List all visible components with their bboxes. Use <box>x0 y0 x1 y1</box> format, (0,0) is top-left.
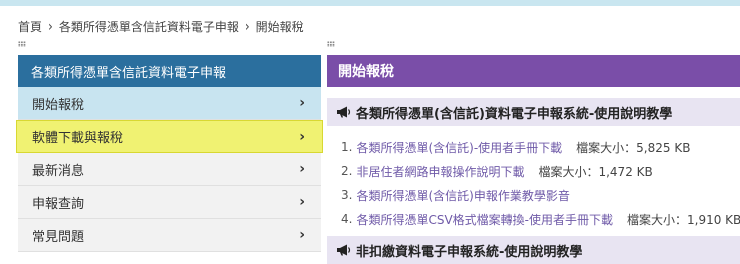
sidebar: 各類所得憑單含信託資料電子申報 開始報稅 › 軟體下載與報稅 › 最新消息 › … <box>16 55 323 252</box>
sidebar-item-label: 軟體下載與報稅 <box>32 131 124 146</box>
tutorial-video-link[interactable]: 各類所得憑單(含信託)申報作業教學影音 <box>356 187 569 204</box>
file-size: 檔案大小：1,472 KB <box>538 164 653 179</box>
csv-manual-download-link[interactable]: 各類所得憑單CSV格式檔案轉換-使用者手冊下載 <box>356 211 613 228</box>
list-number: 4. <box>341 212 353 226</box>
sidebar-item-software-download[interactable]: 軟體下載與報稅 › <box>16 120 323 153</box>
top-accent-bar <box>0 0 740 6</box>
list-item: 4. 各類所得憑單CSV格式檔案轉換-使用者手冊下載 檔案大小：1,910 KB <box>327 207 740 231</box>
sidebar-header: 各類所得憑單含信託資料電子申報 <box>18 55 321 87</box>
sidebar-item-filing-query[interactable]: 申報查詢 › <box>18 186 321 219</box>
list-number: 2. <box>341 164 353 178</box>
download-list: 1. 各類所得憑單(含信託)-使用者手冊下載 檔案大小：5,825 KB 2. … <box>327 135 740 231</box>
sidebar-item-start-filing[interactable]: 開始報稅 › <box>18 87 321 120</box>
chevron-right-icon: › <box>299 227 305 243</box>
breadcrumb-item-category[interactable]: 各類所得憑單含信託資料電子申報 <box>59 18 239 35</box>
drag-handle-icon[interactable] <box>18 41 26 47</box>
list-number: 3. <box>341 188 353 202</box>
section-heading-text: 非扣繳資料電子申報系統-使用說明教學 <box>356 244 583 260</box>
chevron-right-icon: › <box>299 95 305 111</box>
list-item: 1. 各類所得憑單(含信託)-使用者手冊下載 檔案大小：5,825 KB <box>327 135 740 159</box>
list-item: 2. 非居住者網路申報操作說明下載 檔案大小：1,472 KB <box>327 159 740 183</box>
sidebar-item-label: 常見問題 <box>32 229 85 245</box>
chevron-right-icon: › <box>299 128 305 145</box>
megaphone-icon <box>337 244 351 256</box>
section-heading-text: 各類所得憑單(含信託)資料電子申報系統-使用說明教學 <box>356 106 673 122</box>
megaphone-icon <box>337 106 351 118</box>
breadcrumb: 首頁 › 各類所得憑單含信託資料電子申報 › 開始報稅 <box>18 17 304 35</box>
nonresident-guide-link[interactable]: 非居住者網路申報操作說明下載 <box>356 163 524 180</box>
file-size: 檔案大小：5,825 KB <box>576 140 691 155</box>
breadcrumb-current: 開始報稅 <box>255 19 304 34</box>
section-heading: 非扣繳資料電子申報系統-使用說明教學 <box>327 236 740 264</box>
list-number: 1. <box>341 140 353 154</box>
sidebar-item-news[interactable]: 最新消息 › <box>18 153 321 186</box>
page-title: 開始報稅 <box>327 55 740 87</box>
sidebar-item-faq[interactable]: 常見問題 › <box>18 219 321 252</box>
breadcrumb-home[interactable]: 首頁 <box>18 18 42 35</box>
sidebar-item-label: 最新消息 <box>32 163 85 179</box>
chevron-right-icon: › <box>244 17 250 35</box>
manual-download-link[interactable]: 各類所得憑單(含信託)-使用者手冊下載 <box>356 139 562 156</box>
file-size: 檔案大小：1,910 KB <box>627 212 740 227</box>
chevron-right-icon: › <box>48 17 53 35</box>
list-item: 3. 各類所得憑單(含信託)申報作業教學影音 <box>327 183 740 207</box>
drag-handle-icon[interactable] <box>327 41 335 47</box>
chevron-right-icon: › <box>299 194 305 210</box>
main-content: 開始報稅 各類所得憑單(含信託)資料電子申報系統-使用說明教學 1. 各類所得憑… <box>327 55 740 264</box>
sidebar-item-label: 申報查詢 <box>32 196 85 212</box>
sidebar-item-label: 開始報稅 <box>32 97 85 113</box>
chevron-right-icon: › <box>299 161 305 177</box>
section-heading: 各類所得憑單(含信託)資料電子申報系統-使用說明教學 <box>327 98 740 126</box>
